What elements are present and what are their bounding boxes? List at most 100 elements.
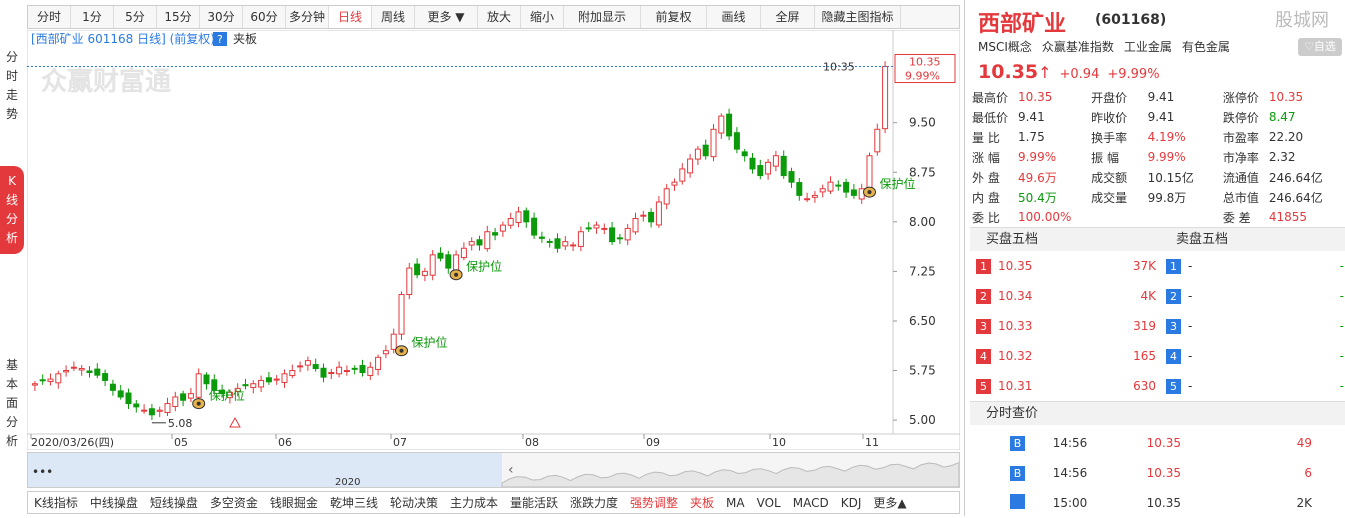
side-tab-kline[interactable]: K线分析 xyxy=(0,166,24,254)
level-volume: 319 xyxy=(1133,319,1156,333)
candle-body xyxy=(616,237,623,240)
buy-level: 4 10.32 165 xyxy=(976,341,1156,371)
toolbar-item-6[interactable]: 多分钟 xyxy=(286,6,329,28)
side-char: 线 xyxy=(5,193,18,207)
indicator-tab-16[interactable]: 更多▲ xyxy=(867,494,912,511)
candle-body xyxy=(390,333,397,350)
indicator-tab-3[interactable]: 多空资金 xyxy=(204,494,264,511)
toolbar-item-15[interactable]: 全屏 xyxy=(761,6,815,28)
level-price: - xyxy=(1188,319,1193,333)
tick-side-badge xyxy=(1010,494,1025,509)
indicator-tab-0[interactable]: K线指标 xyxy=(28,494,84,511)
indicator-tab-14[interactable]: MACD xyxy=(787,496,835,510)
support-label: 保护位 xyxy=(466,259,502,274)
indicator-tab-9[interactable]: 涨跌力度 xyxy=(564,494,624,511)
range-navigator[interactable]: ••• 2020 ‹ xyxy=(27,452,960,488)
stat-label: 委 比 xyxy=(972,210,1000,225)
candle-body xyxy=(733,132,740,150)
indicator-tab-6[interactable]: 轮动决策 xyxy=(384,494,444,511)
concept-tag[interactable]: 有色金属 xyxy=(1182,38,1230,55)
indicator-tab-4[interactable]: 钱眼掘金 xyxy=(264,494,324,511)
buy-level: 1 10.35 37K xyxy=(976,251,1156,281)
concept-tag[interactable]: MSCI概念 xyxy=(978,38,1032,55)
toolbar-item-14[interactable]: 画线 xyxy=(707,6,761,28)
toolbar-item-12[interactable]: 附加显示 xyxy=(564,6,641,28)
candle-body xyxy=(78,368,85,371)
candle-body xyxy=(453,254,460,272)
toolbar-item-0[interactable]: 分时 xyxy=(28,6,71,28)
range-year-label: 2020 xyxy=(335,477,360,487)
tick-time: 14:56 xyxy=(1052,436,1088,450)
stat-label: 委 差 xyxy=(1222,210,1251,225)
toolbar-item-10[interactable]: 放大 xyxy=(478,6,521,28)
stats-row: 最低价 9.41 昨收价 9.41 跌停价 8.47 xyxy=(972,107,1342,127)
kline-chart[interactable]: [西部矿业 601168 日线] (前复权)? 夹板 众赢财富通 9.50 8.75 8.… xyxy=(26,29,961,451)
stat-value xyxy=(1148,207,1223,227)
range-left-arrow-icon[interactable]: ‹ xyxy=(508,462,514,478)
toolbar-item-13[interactable]: 前复权 xyxy=(641,6,707,28)
indicator-tab-5[interactable]: 乾坤三线 xyxy=(324,494,384,511)
concept-tag[interactable]: 工业金属 xyxy=(1124,38,1172,55)
level-volume: 4K xyxy=(1140,289,1156,303)
add-watchlist-button[interactable]: ♡自选 xyxy=(1298,38,1342,56)
concept-tag[interactable]: 众赢基准指数 xyxy=(1042,38,1114,55)
level-volume: 37K xyxy=(1132,259,1156,273)
date-label: 07 xyxy=(393,436,407,449)
indicator-tab-2[interactable]: 短线操盘 xyxy=(144,494,204,511)
stat-value: 246.64亿 xyxy=(1268,170,1323,185)
side-char: 析 xyxy=(5,434,18,448)
support-eye-pupil xyxy=(454,272,459,277)
stat-label: 流通值 xyxy=(1222,170,1259,185)
stat-value: 9.41 xyxy=(1147,90,1175,104)
indicator-tab-15[interactable]: KDJ xyxy=(835,496,868,510)
stat-value: 9.41 xyxy=(1147,110,1175,124)
indicator-tab-12[interactable]: MA xyxy=(720,496,751,510)
toolbar-item-3[interactable]: 15分 xyxy=(157,6,200,28)
toolbar-item-2[interactable]: 5分 xyxy=(114,6,157,28)
toolbar-item-5[interactable]: 60分 xyxy=(243,6,286,28)
kline-svg[interactable]: [西部矿业 601168 日线] (前复权)? 夹板众赢财富通9.508.758.… xyxy=(26,29,961,451)
candle-body xyxy=(258,379,265,388)
side-char: 面 xyxy=(5,396,18,410)
candle-body xyxy=(882,66,889,130)
side-char: 本 xyxy=(5,377,18,391)
level-badge: 3 xyxy=(976,318,991,334)
price-tick-label: 6.50 xyxy=(909,314,936,328)
range-window[interactable] xyxy=(28,453,502,487)
candle-body xyxy=(648,211,655,223)
indicator-tab-7[interactable]: 主力成本 xyxy=(444,494,504,511)
candle-body xyxy=(133,403,140,408)
indicator-tab-10[interactable]: 强势调整 xyxy=(624,494,684,511)
indicator-tab-8[interactable]: 量能活跃 xyxy=(504,494,564,511)
indicator-tab-11[interactable]: 夹板 xyxy=(684,494,720,511)
candle-body xyxy=(406,267,413,296)
price-tick-label: 9.50 xyxy=(909,116,936,130)
support-eye-pupil xyxy=(196,401,201,406)
indicator-tab-13[interactable]: VOL xyxy=(751,496,787,510)
side-tab-fenshi[interactable]: 分时走势 xyxy=(0,42,24,130)
toolbar-item-9[interactable]: 更多 ▼ xyxy=(415,6,478,28)
candle-body xyxy=(359,365,366,374)
toolbar-item-1[interactable]: 1分 xyxy=(71,6,114,28)
support-label: 保护位 xyxy=(880,176,916,191)
candle-body xyxy=(601,227,608,230)
toolbar-item-8[interactable]: 周线 xyxy=(372,6,415,28)
buy-level: 2 10.34 4K xyxy=(976,281,1156,311)
toolbar-item-7[interactable]: 日线 xyxy=(329,6,372,28)
toolbar-item-16[interactable]: 隐藏主图指标 xyxy=(815,6,901,28)
side-char: 分 xyxy=(5,212,18,226)
stat-label xyxy=(1091,207,1147,227)
side-tab-jiben[interactable]: 基本面分析 xyxy=(0,350,24,457)
candle-body xyxy=(788,171,795,183)
indicator-tab-1[interactable]: 中线操盘 xyxy=(84,494,144,511)
candle-body xyxy=(609,227,616,243)
price-tick-label: 5.75 xyxy=(909,364,936,378)
toolbar-item-11[interactable]: 缩小 xyxy=(521,6,564,28)
candle-body xyxy=(811,194,818,198)
toolbar-item-4[interactable]: 30分 xyxy=(200,6,243,28)
level-price: 10.32 xyxy=(998,349,1033,363)
range-navigator-svg[interactable]: ••• 2020 ‹ xyxy=(28,453,960,488)
range-dots-icon[interactable]: ••• xyxy=(32,465,53,479)
candle-body xyxy=(585,227,592,230)
candle-body xyxy=(328,372,335,375)
